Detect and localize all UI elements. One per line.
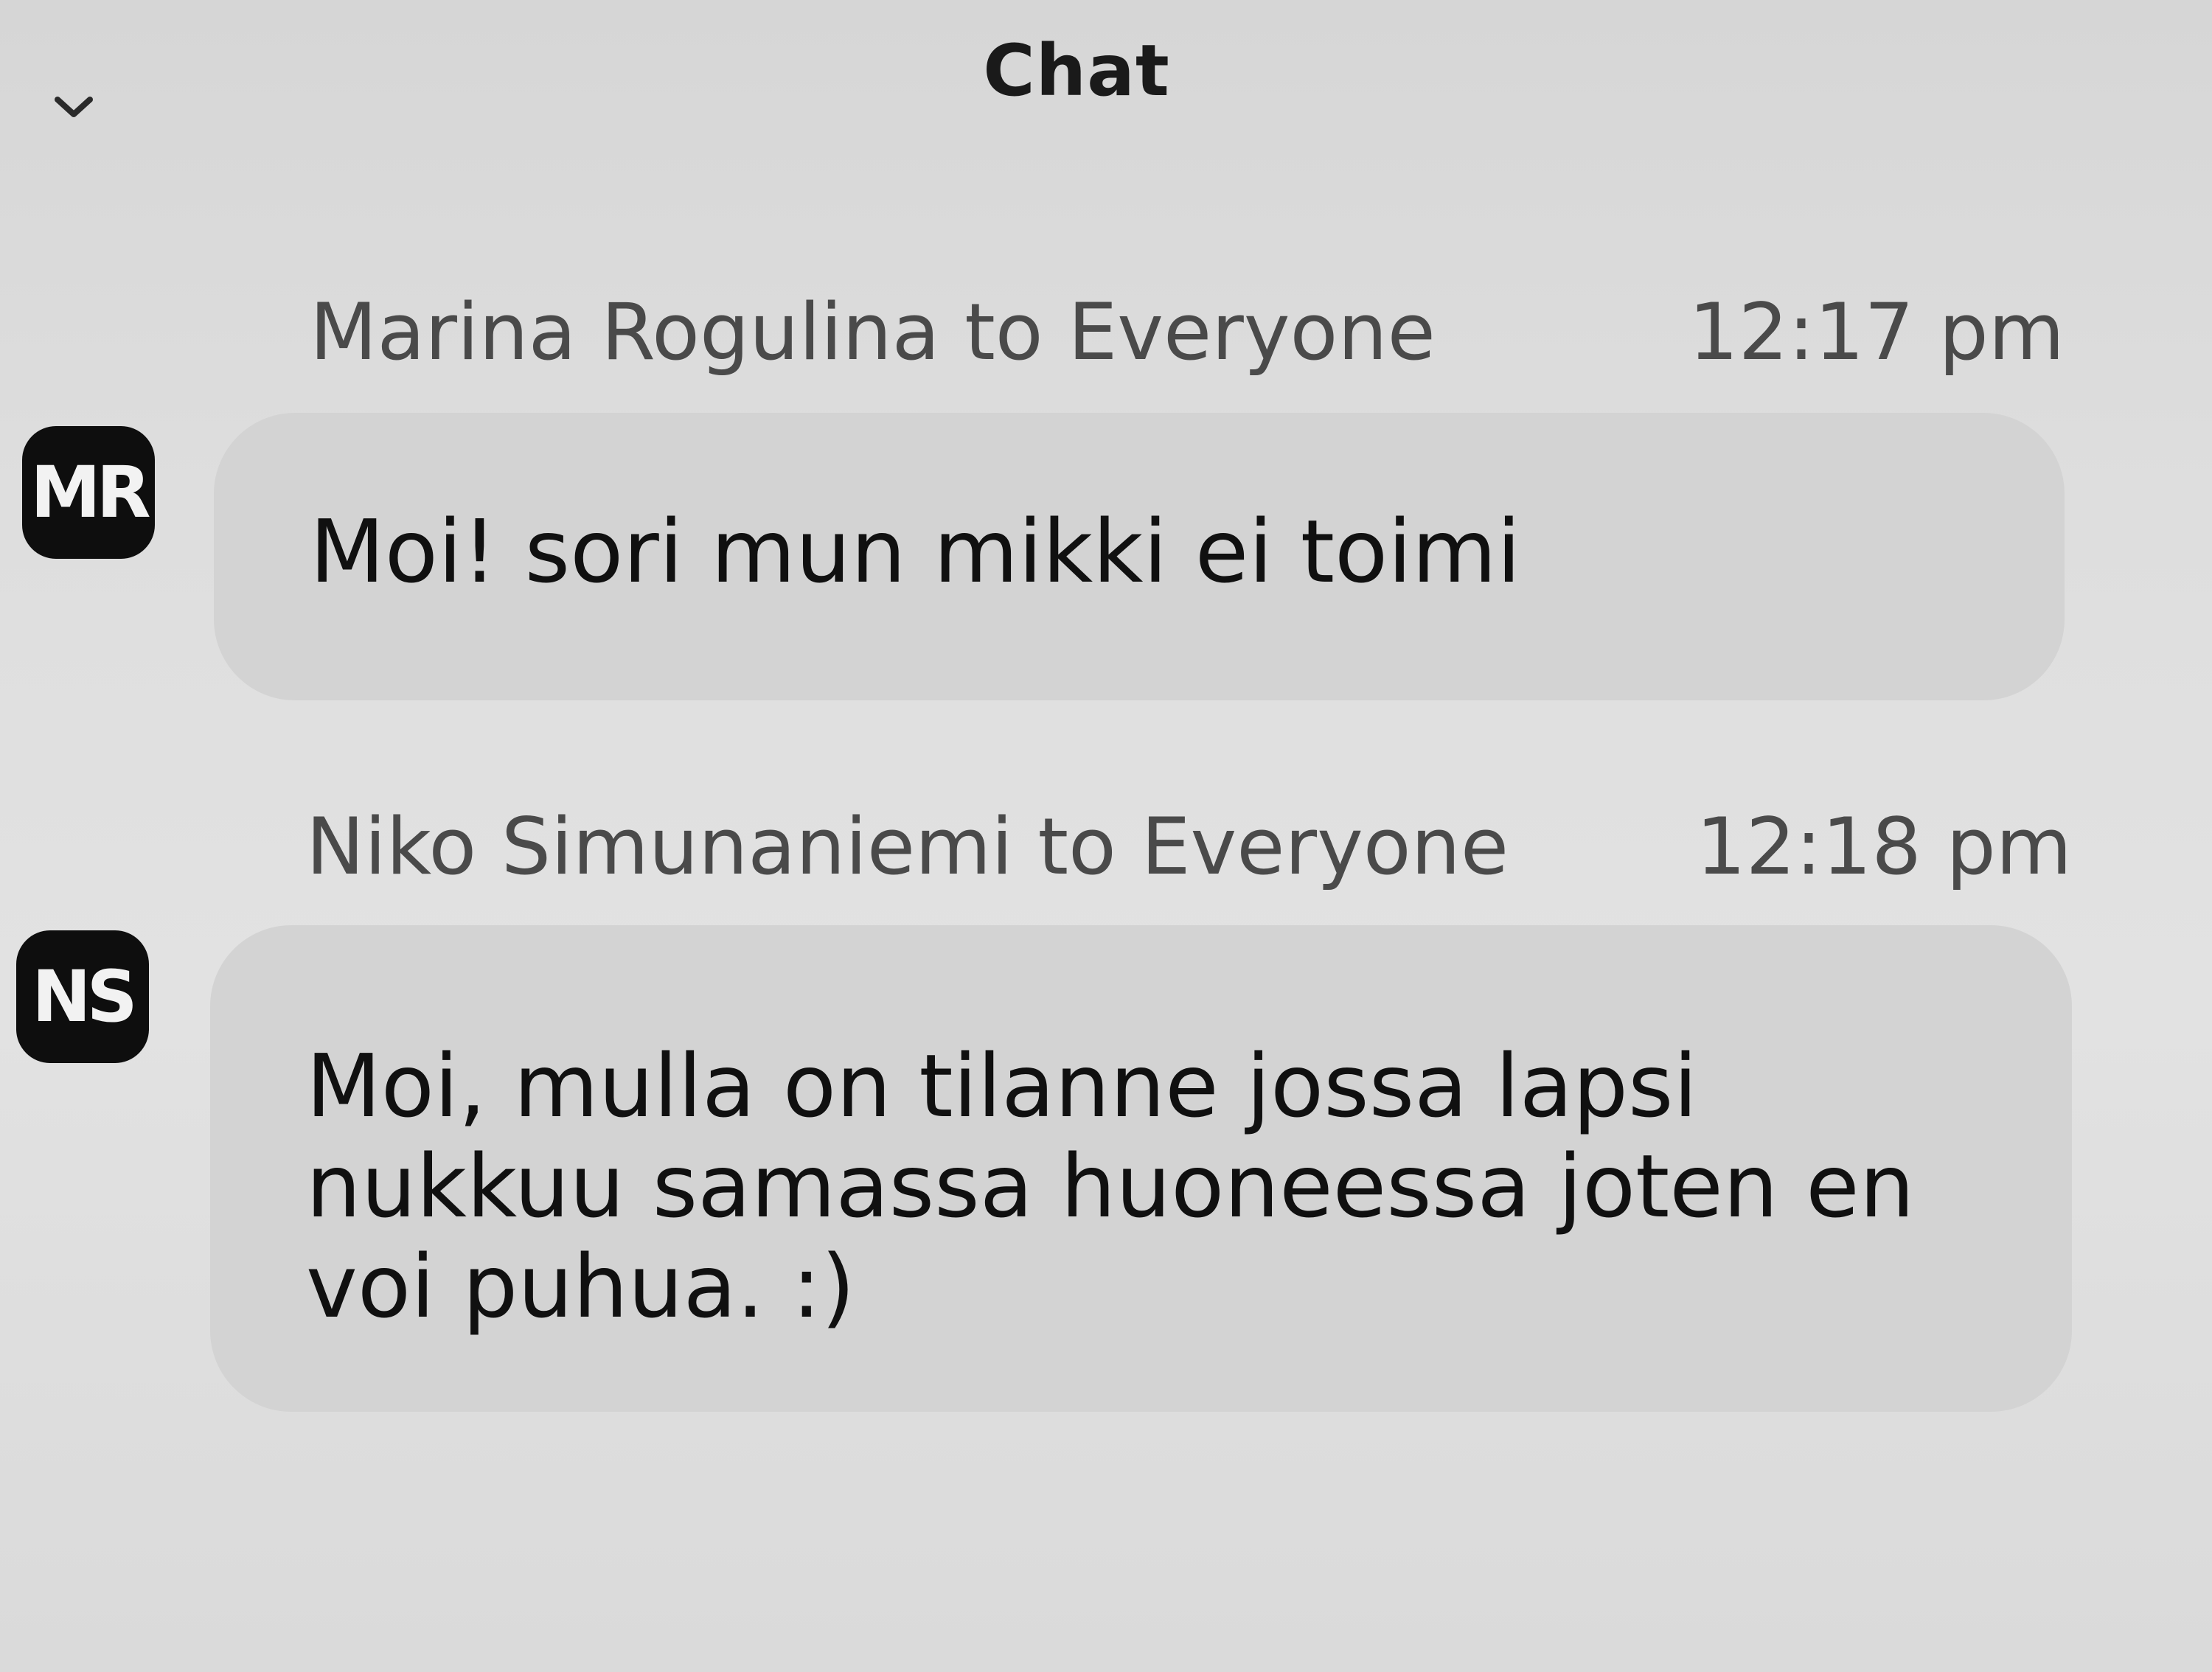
message-text: Moi, mulla on tilanne jossa lapsi nukkuu…	[306, 1035, 1915, 1337]
message-bubble[interactable]: Moi! sori mun mikki ei toimi	[214, 413, 2065, 700]
message-header: Niko Simunaniemi to Everyone 12:18 pm	[306, 801, 2072, 892]
message-time: 12:18 pm	[1696, 801, 2072, 892]
avatar[interactable]: NS	[16, 930, 149, 1063]
chat-panel: Chat Marina Rogulina to Everyone 12:17 p…	[0, 0, 2212, 1672]
avatar[interactable]: MR	[22, 426, 155, 559]
message-time: 12:17 pm	[1688, 286, 2065, 377]
message-text: Moi! sori mun mikki ei toimi	[310, 501, 1521, 602]
message-sender: Niko Simunaniemi to Everyone	[306, 801, 1509, 892]
message-header: Marina Rogulina to Everyone 12:17 pm	[310, 286, 2065, 377]
chat-title: Chat	[983, 29, 1170, 112]
message-sender: Marina Rogulina to Everyone	[310, 286, 1436, 377]
chat-header: Chat	[0, 0, 2212, 155]
message-bubble[interactable]: Moi, mulla on tilanne jossa lapsi nukkuu…	[210, 925, 2072, 1412]
